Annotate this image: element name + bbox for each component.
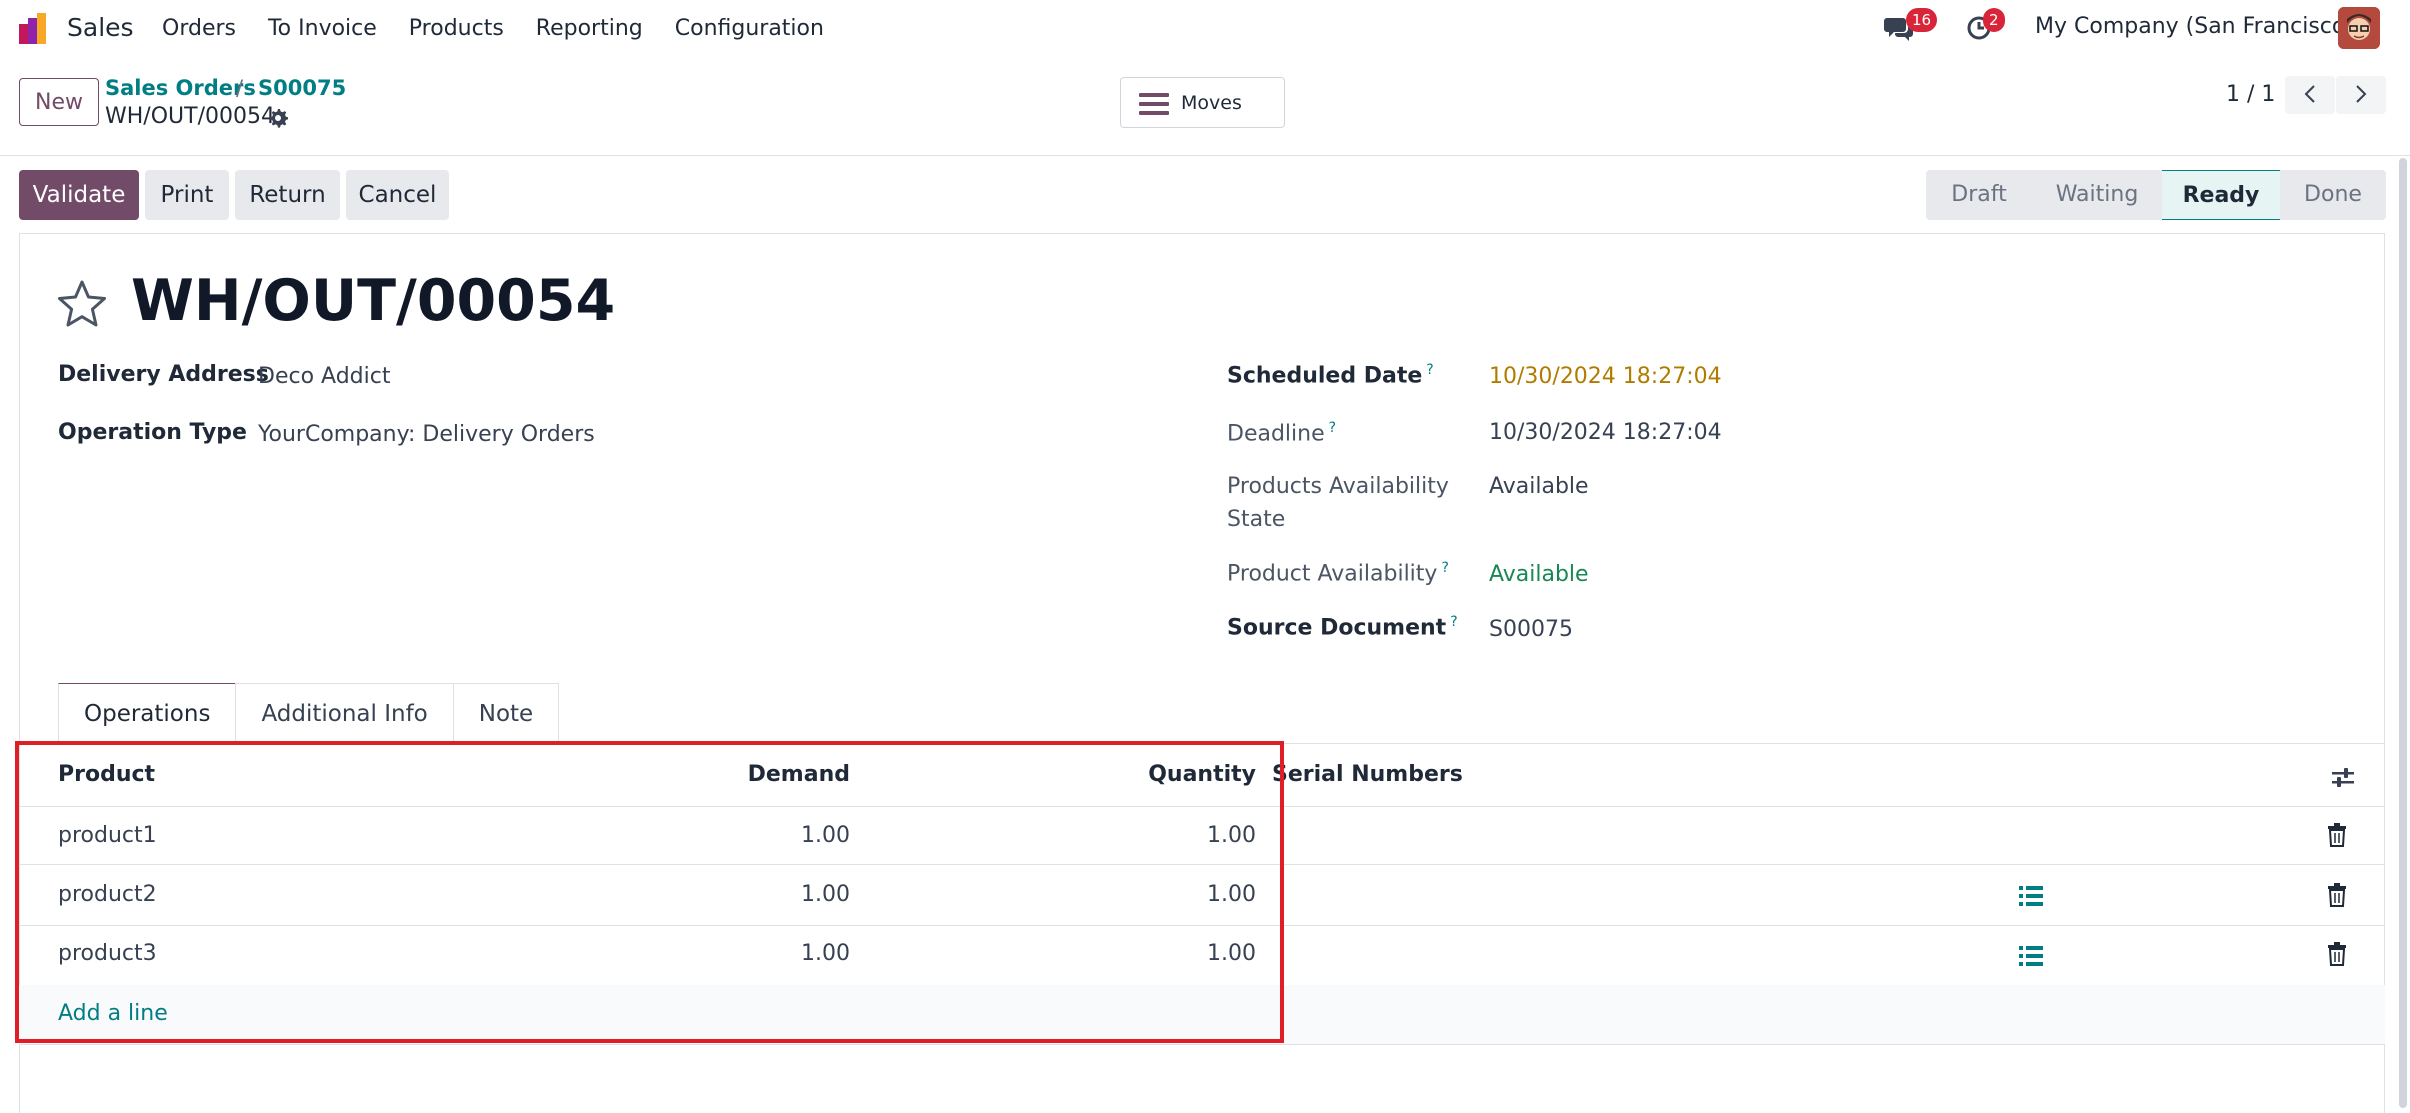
- stage-draft[interactable]: Draft: [1926, 170, 2032, 220]
- column-header-serial-numbers[interactable]: Serial Numbers: [1272, 762, 1463, 787]
- action-bar: Validate Print Return Cancel Draft Waiti…: [0, 160, 2410, 230]
- sales-app-icon[interactable]: [16, 10, 52, 46]
- top-navbar: Sales Orders To Invoice Products Reporti…: [0, 0, 2410, 56]
- deadline-label-text: Deadline: [1227, 421, 1325, 447]
- delivery-address-label: Delivery Address: [58, 362, 269, 387]
- breadcrumb-sales-orders[interactable]: Sales Orders: [105, 76, 256, 100]
- column-settings-icon[interactable]: [2330, 765, 2356, 791]
- record-title: WH/OUT/00054: [131, 268, 616, 334]
- validate-button[interactable]: Validate: [19, 170, 139, 220]
- deadline-label: Deadline?: [1227, 420, 1336, 446]
- help-icon[interactable]: ?: [1450, 614, 1457, 630]
- breadcrumb-separator: /: [236, 76, 244, 100]
- chevron-right-icon: [2356, 84, 2367, 103]
- stage-ready[interactable]: Ready: [2162, 170, 2280, 220]
- user-avatar[interactable]: [2338, 7, 2380, 49]
- moves-label: Moves: [1181, 92, 1242, 114]
- product-availability-value: Available: [1489, 562, 1589, 587]
- stage-done[interactable]: Done: [2280, 170, 2386, 220]
- product-availability-label: Product Availability?: [1227, 560, 1449, 586]
- help-icon[interactable]: ?: [1441, 560, 1448, 576]
- return-button[interactable]: Return: [235, 170, 340, 220]
- status-bar: Draft Waiting Ready Done: [1926, 170, 2386, 220]
- cancel-button[interactable]: Cancel: [346, 170, 449, 220]
- menu-reporting[interactable]: Reporting: [536, 16, 643, 41]
- menu-configuration[interactable]: Configuration: [675, 16, 824, 41]
- messages-badge: 16: [1906, 8, 1938, 32]
- deadline-value: 10/30/2024 18:27:04: [1489, 420, 1722, 445]
- pager-value[interactable]: 1 / 1: [2226, 82, 2275, 107]
- print-button[interactable]: Print: [145, 170, 229, 220]
- bars-icon: [1139, 93, 1169, 115]
- help-icon[interactable]: ?: [1329, 420, 1336, 436]
- help-icon[interactable]: ?: [1426, 362, 1433, 378]
- stage-waiting[interactable]: Waiting: [2032, 170, 2162, 220]
- moves-smart-button[interactable]: Moves: [1120, 77, 1285, 128]
- source-document-label: Source Document?: [1227, 614, 1458, 640]
- breadcrumb-current: WH/OUT/00054: [105, 104, 275, 129]
- main-menu: Orders To Invoice Products Reporting Con…: [162, 16, 856, 41]
- activities-badge: 2: [1983, 8, 2005, 32]
- operation-type-value[interactable]: YourCompany: Delivery Orders: [258, 422, 595, 447]
- page-scrollbar[interactable]: [2399, 158, 2407, 1108]
- operation-type-label: Operation Type: [58, 420, 247, 445]
- source-document-label-text: Source Document: [1227, 615, 1447, 641]
- control-panel: New Sales Orders / S00075 WH/OUT/00054 M…: [0, 56, 2410, 156]
- notebook-tabs: Operations Additional Info Note: [58, 683, 560, 744]
- trash-icon[interactable]: [2326, 883, 2348, 907]
- menu-orders[interactable]: Orders: [162, 16, 236, 41]
- star-icon[interactable]: [56, 278, 108, 330]
- delivery-address-value[interactable]: Deco Addict: [258, 364, 390, 389]
- menu-to-invoice[interactable]: To Invoice: [268, 16, 377, 41]
- availability-state-label-line1: Products Availability: [1227, 474, 1449, 499]
- scheduled-date-label: Scheduled Date?: [1227, 362, 1434, 388]
- chevron-left-icon: [2304, 84, 2315, 103]
- tab-note[interactable]: Note: [452, 683, 560, 744]
- product-availability-label-text: Product Availability: [1227, 561, 1438, 587]
- pager-next-button[interactable]: [2336, 76, 2386, 114]
- tab-operations[interactable]: Operations: [58, 683, 237, 744]
- trash-icon[interactable]: [2326, 942, 2348, 966]
- gear-icon[interactable]: [268, 108, 288, 128]
- list-bottom-divider: [19, 1044, 2385, 1045]
- company-switcher[interactable]: My Company (San Francisco): [2035, 14, 2354, 39]
- availability-state-value: Available: [1489, 474, 1589, 499]
- scheduled-date-label-text: Scheduled Date: [1227, 363, 1423, 389]
- highlight-box: [15, 741, 1284, 1043]
- detailed-operations-icon[interactable]: [2019, 945, 2043, 967]
- app-name[interactable]: Sales: [67, 13, 134, 42]
- breadcrumb-sale-order[interactable]: S00075: [258, 76, 346, 100]
- menu-products[interactable]: Products: [409, 16, 504, 41]
- tab-additional-info[interactable]: Additional Info: [235, 683, 454, 744]
- detailed-operations-icon[interactable]: [2019, 885, 2043, 907]
- scheduled-date-value[interactable]: 10/30/2024 18:27:04: [1489, 364, 1722, 389]
- new-button[interactable]: New: [19, 78, 99, 126]
- source-document-value[interactable]: S00075: [1489, 617, 1573, 642]
- trash-icon[interactable]: [2326, 823, 2348, 847]
- availability-state-label-line2: State: [1227, 507, 1286, 532]
- pager-previous-button[interactable]: [2285, 76, 2335, 114]
